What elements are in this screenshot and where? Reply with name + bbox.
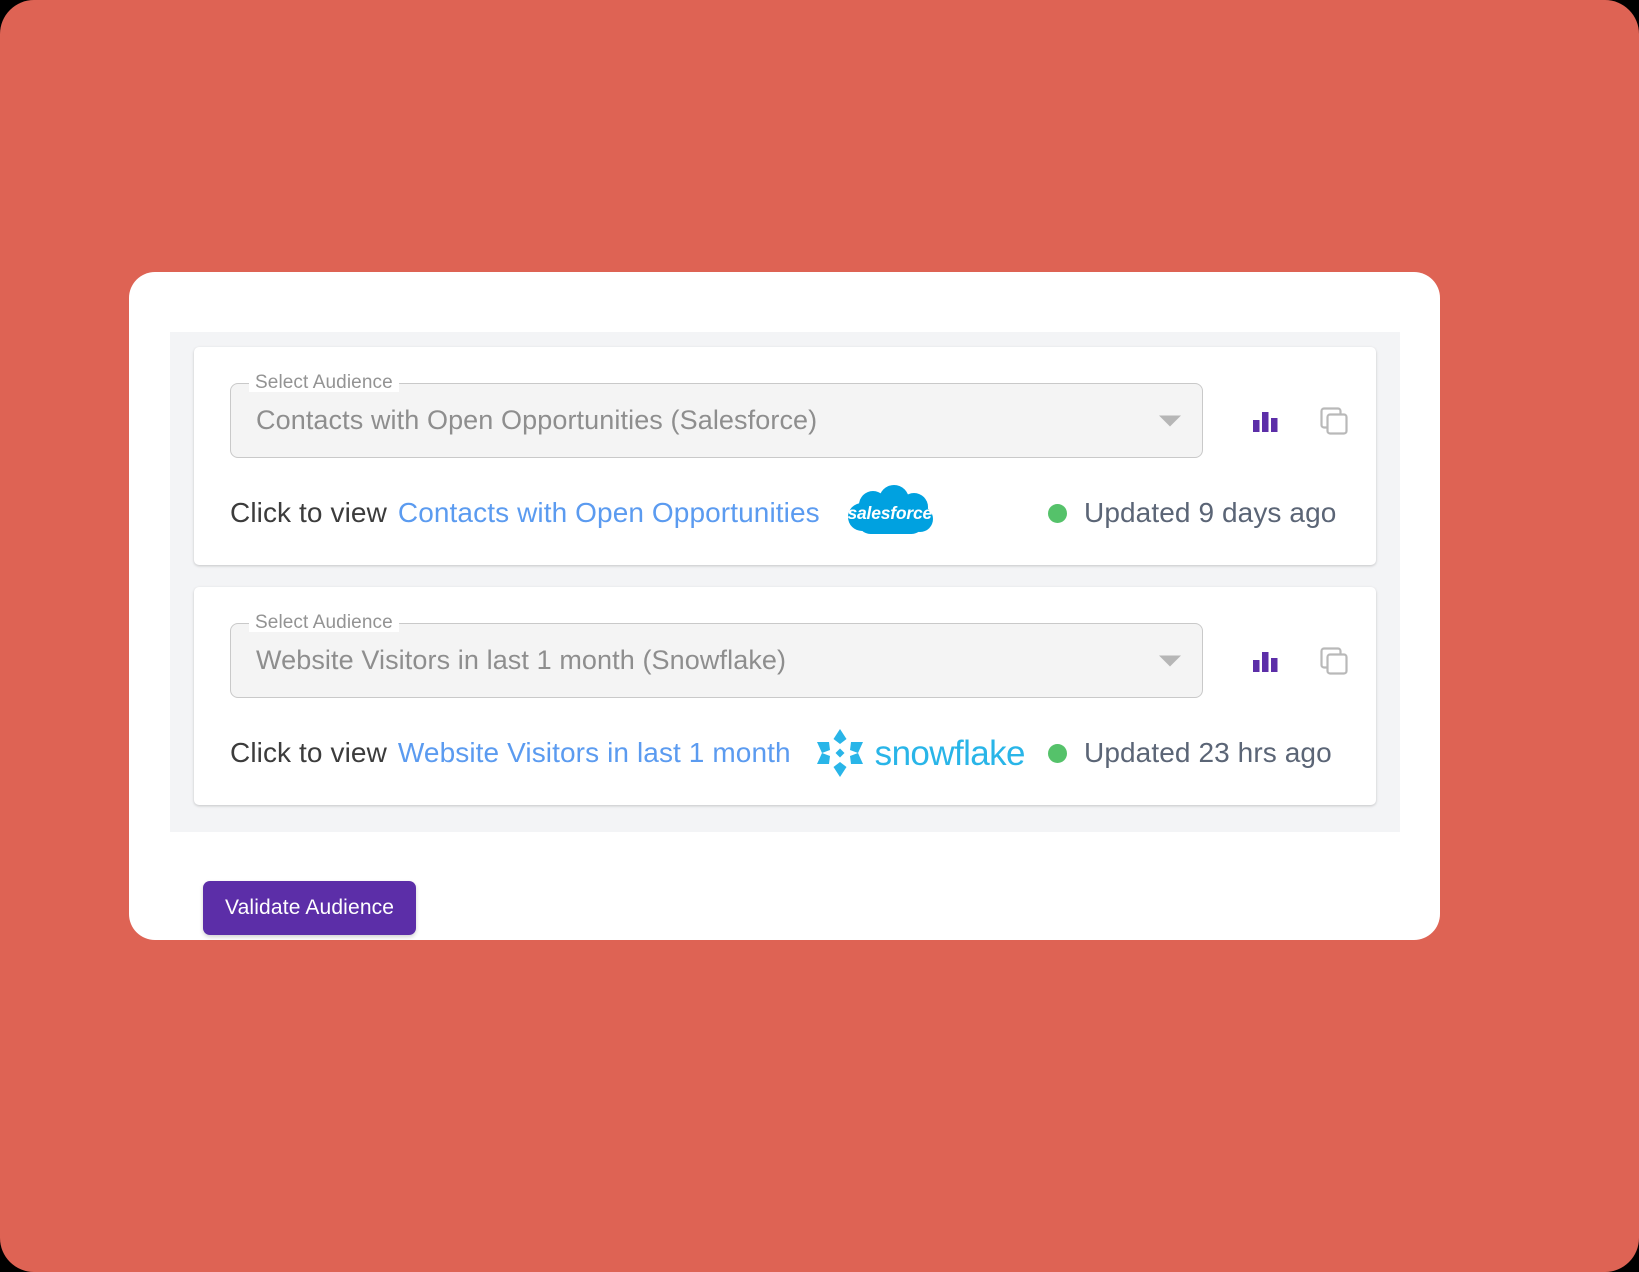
- audience-select[interactable]: Select Audience Contacts with Open Oppor…: [230, 383, 1203, 458]
- copy-icon[interactable]: [1311, 399, 1355, 443]
- screenshot-stage: Select Audience Contacts with Open Oppor…: [0, 0, 1639, 1272]
- audience-card: Select Audience Contacts with Open Oppor…: [194, 347, 1376, 565]
- status-badge: Updated 9 days ago: [1048, 497, 1336, 529]
- audience-content-region: Select Audience Contacts with Open Oppor…: [170, 332, 1400, 832]
- meta-prefix: Click to view: [230, 497, 387, 529]
- audience-meta-row: Click to view Contacts with Open Opportu…: [230, 485, 1340, 541]
- app-panel: Select Audience Contacts with Open Oppor…: [129, 272, 1440, 940]
- select-value: Contacts with Open Opportunities (Salesf…: [256, 383, 817, 458]
- status-text: Updated 23 hrs ago: [1084, 737, 1332, 769]
- snowflake-logo: snowflake: [813, 726, 1025, 780]
- salesforce-logo: salesforce: [842, 485, 938, 541]
- status-dot-icon: [1048, 504, 1067, 523]
- chevron-down-icon[interactable]: [1159, 415, 1181, 426]
- copy-icon[interactable]: [1311, 639, 1355, 683]
- status-dot-icon: [1048, 744, 1067, 763]
- salesforce-wordmark: salesforce: [847, 503, 932, 524]
- bar-chart-icon[interactable]: [1243, 639, 1287, 683]
- chevron-down-icon[interactable]: [1159, 655, 1181, 666]
- validate-audience-button[interactable]: Validate Audience: [203, 881, 416, 935]
- snowflake-wordmark: snowflake: [875, 736, 1025, 771]
- bar-chart-icon[interactable]: [1243, 399, 1287, 443]
- audience-select[interactable]: Select Audience Website Visitors in last…: [230, 623, 1203, 698]
- audience-card: Select Audience Website Visitors in last…: [194, 587, 1376, 805]
- audience-link[interactable]: Website Visitors in last 1 month: [398, 737, 791, 769]
- meta-prefix: Click to view: [230, 737, 387, 769]
- audience-meta-row: Click to view Website Visitors in last 1…: [230, 725, 1340, 781]
- status-text: Updated 9 days ago: [1084, 497, 1336, 529]
- audience-link[interactable]: Contacts with Open Opportunities: [398, 497, 820, 529]
- status-badge: Updated 23 hrs ago: [1048, 737, 1332, 769]
- select-value: Website Visitors in last 1 month (Snowfl…: [256, 623, 786, 698]
- snowflake-mark-icon: [813, 726, 867, 780]
